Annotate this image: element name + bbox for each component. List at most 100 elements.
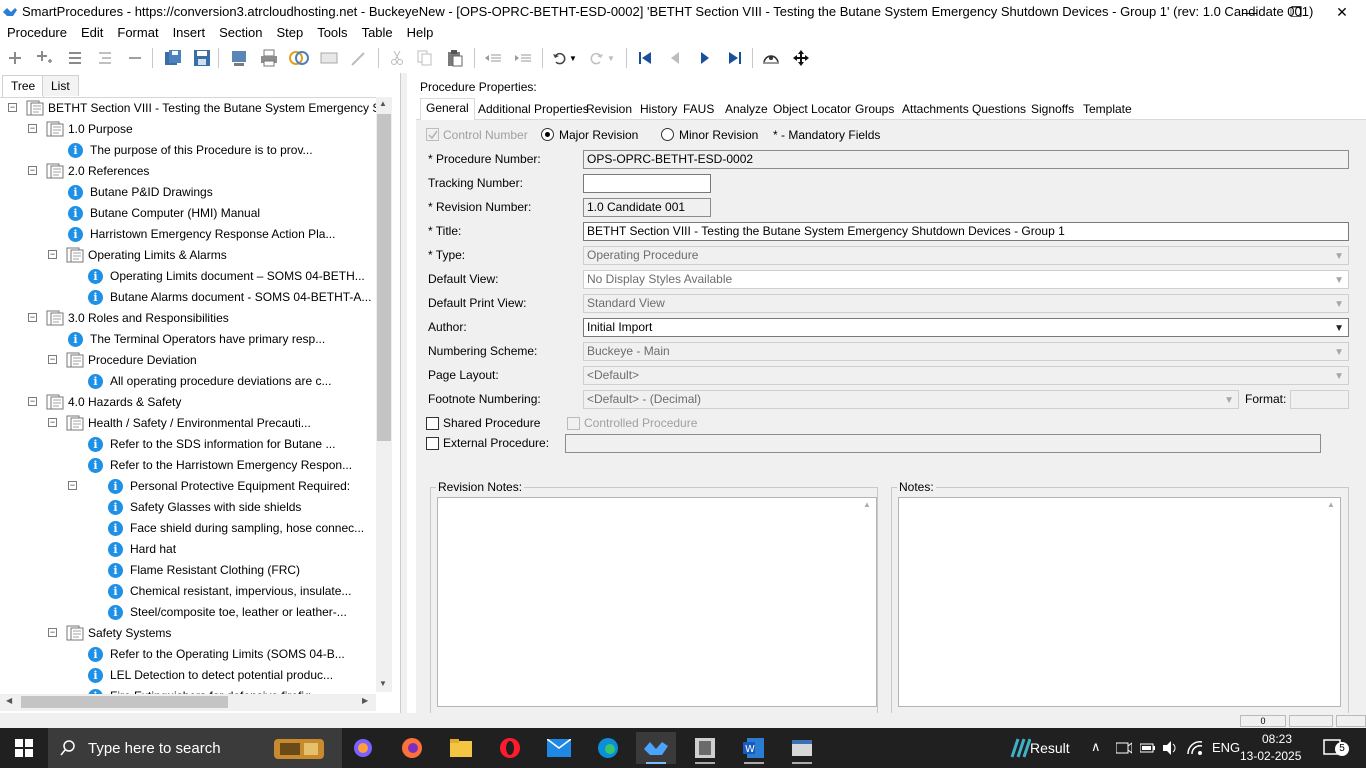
tab-general[interactable]: General [420, 98, 475, 121]
edge-icon[interactable] [588, 732, 628, 764]
scroll-left-icon[interactable]: ◀ [6, 696, 12, 705]
tree-node[interactable]: − i Personal Protective Equipment Required… [0, 476, 392, 496]
collapse-toggle-icon[interactable]: − [68, 481, 77, 490]
collapse-toggle-icon[interactable]: − [8, 103, 17, 112]
move-icon[interactable] [790, 47, 812, 69]
tree-node[interactable]: i All operating procedure deviations are … [0, 371, 392, 391]
copy-icon[interactable] [414, 47, 436, 69]
control-number-checkbox[interactable] [426, 128, 439, 141]
tab-faus[interactable]: FAUS [678, 100, 719, 120]
firefox-icon[interactable] [392, 732, 432, 764]
mail-icon[interactable] [539, 732, 579, 764]
redo-dropdown-icon[interactable]: ▼ [604, 47, 618, 69]
chevron-up-icon[interactable]: ∧ [1091, 739, 1101, 755]
smartprocedures-taskbar-icon[interactable] [636, 732, 676, 764]
links-icon[interactable] [288, 47, 310, 69]
tree-node[interactable]: − 2.0 References [0, 161, 392, 181]
tree-node[interactable]: − Procedure Deviation [0, 350, 392, 370]
collapse-toggle-icon[interactable]: − [48, 418, 57, 427]
numbering-scheme-dropdown[interactable]: Buckeye - Main ▼ [583, 342, 1349, 361]
tree-vertical-scrollbar[interactable]: ▲ ▼ [376, 97, 392, 692]
tree-node[interactable]: i Refer to the Harristown Emergency Respo… [0, 455, 392, 475]
save-all-icon[interactable] [162, 47, 184, 69]
tree-node[interactable]: − BETHT Section VIII - Testing the Butane… [0, 98, 392, 118]
scroll-up-icon[interactable]: ▲ [379, 99, 387, 108]
menu-step[interactable]: Step [269, 24, 310, 43]
collapse-toggle-icon[interactable]: − [48, 628, 57, 637]
author-dropdown[interactable]: Initial Import ▼ [583, 318, 1349, 337]
hscroll-thumb[interactable] [21, 696, 228, 708]
undo-dropdown-icon[interactable]: ▼ [566, 47, 580, 69]
scroll-thumb[interactable] [377, 114, 391, 441]
tree-node[interactable]: − 4.0 Hazards & Safety [0, 392, 392, 412]
tree-node[interactable]: i The Terminal Operators have primary res… [0, 329, 392, 349]
tree-node[interactable]: i Chemical resistant, impervious, insulat… [0, 581, 392, 601]
word-icon[interactable]: W [734, 732, 774, 764]
default-view-dropdown[interactable]: No Display Styles Available ▼ [583, 270, 1349, 289]
menu-section[interactable]: Section [212, 24, 269, 43]
tree-node[interactable]: i Hard hat [0, 539, 392, 559]
tree-node[interactable]: − Safety Systems [0, 623, 392, 643]
windows-start-icon[interactable] [4, 732, 44, 764]
volume-icon[interactable] [1162, 740, 1178, 756]
taskbar-search-box[interactable]: Type here to search [48, 728, 342, 768]
tree-node[interactable]: − Operating Limits & Alarms [0, 245, 392, 265]
tree-node[interactable]: i Operating Limits document – SOMS 04-BET… [0, 266, 392, 286]
pane-splitter[interactable] [400, 73, 407, 713]
cut-icon[interactable] [386, 47, 408, 69]
shared-procedure-checkbox[interactable] [426, 417, 439, 430]
external-procedure-field[interactable] [565, 434, 1321, 453]
list-indent-icon[interactable] [94, 47, 116, 69]
scroll-up-icon[interactable]: ▲ [863, 500, 871, 509]
remote-desktop-icon[interactable] [685, 732, 725, 764]
menu-help[interactable]: Help [400, 24, 441, 43]
app-window-icon[interactable] [782, 732, 822, 764]
tab-history[interactable]: History [635, 100, 682, 120]
collapse-toggle-icon[interactable]: − [28, 166, 37, 175]
controlled-procedure-checkbox[interactable] [567, 417, 580, 430]
major-revision-radio[interactable] [541, 128, 554, 141]
collapse-toggle-icon[interactable]: − [28, 124, 37, 133]
first-icon[interactable] [634, 47, 656, 69]
file-explorer-icon[interactable] [441, 732, 481, 764]
next-icon[interactable] [694, 47, 716, 69]
meet-now-icon[interactable] [1116, 741, 1132, 755]
collapse-toggle-icon[interactable]: − [28, 313, 37, 322]
tree-node[interactable]: i Butane P&ID Drawings [0, 182, 392, 202]
scroll-down-icon[interactable]: ▼ [379, 679, 387, 688]
menu-insert[interactable]: Insert [166, 24, 213, 43]
last-icon[interactable] [724, 47, 746, 69]
tree-node[interactable]: i Harristown Emergency Response Action Pl… [0, 224, 392, 244]
previous-icon[interactable] [664, 47, 686, 69]
clock-date[interactable]: 13-02-2025 [1240, 749, 1301, 763]
procedure-number-field[interactable]: OPS-OPRC-BETHT-ESD-0002 [583, 150, 1349, 169]
clock-time[interactable]: 08:23 [1262, 732, 1292, 746]
opera-icon[interactable] [490, 732, 530, 764]
revision-number-field[interactable]: 1.0 Candidate 001 [583, 198, 711, 217]
restore-button[interactable]: ❐ [1273, 0, 1319, 24]
scroll-right-icon[interactable]: ▶ [362, 696, 368, 705]
menu-table[interactable]: Table [355, 24, 400, 43]
tab-attachments[interactable]: Attachments [897, 100, 974, 120]
revision-notes-textarea[interactable]: ▲ [437, 497, 877, 707]
language-indicator[interactable]: ENG [1212, 740, 1240, 755]
footnote-numbering-dropdown[interactable]: <Default> - (Decimal) ▼ [583, 390, 1239, 409]
battery-icon[interactable] [1140, 741, 1156, 755]
add-child-icon[interactable] [34, 47, 56, 69]
collapse-toggle-icon[interactable]: − [48, 355, 57, 364]
tree-node[interactable]: i Refer to the SDS information for Butane… [0, 434, 392, 454]
revision-notes-scrollbar[interactable]: ▲ [859, 498, 876, 706]
tree-node[interactable]: i Safety Glasses with side shields [0, 497, 392, 517]
external-procedure-checkbox[interactable] [426, 437, 439, 450]
tree-node[interactable]: i The purpose of this Procedure is to pro… [0, 140, 392, 160]
collapse-toggle-icon[interactable]: − [48, 250, 57, 259]
wifi-icon[interactable] [1186, 740, 1204, 756]
tree-node[interactable]: − Health / Safety / Environmental Precaut… [0, 413, 392, 433]
format-field[interactable] [1290, 390, 1349, 409]
form-icon[interactable] [318, 47, 340, 69]
collapse-toggle-icon[interactable]: − [28, 397, 37, 406]
menu-tools[interactable]: Tools [310, 24, 354, 43]
page-layout-dropdown[interactable]: <Default> ▼ [583, 366, 1349, 385]
menu-edit[interactable]: Edit [74, 24, 110, 43]
close-button[interactable]: ✕ [1319, 0, 1365, 24]
